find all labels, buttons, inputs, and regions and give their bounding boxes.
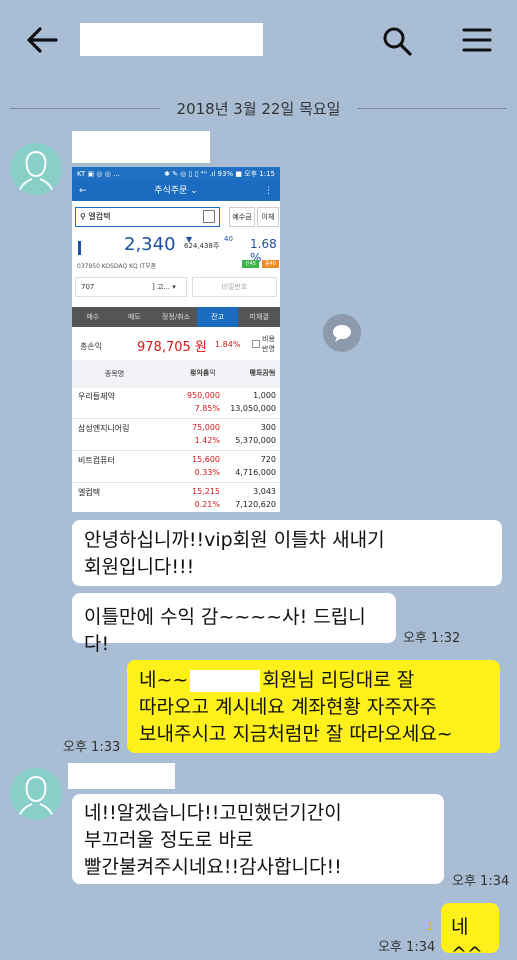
sender-name [68, 763, 175, 789]
message-text: 네^^ [451, 916, 483, 960]
app-tag-1: 신45 [242, 260, 259, 268]
app-doc-icon [203, 210, 215, 223]
search-icon[interactable] [382, 26, 412, 56]
message-bubble-incoming[interactable]: 이틀만에 수익 감~~~~사! 드립니다! [72, 593, 396, 655]
app-cost-label: 비용 반영 [262, 335, 275, 353]
speech-bubble-icon [333, 325, 351, 342]
share-button[interactable] [323, 314, 361, 352]
message-timestamp: 오후 1:34 [452, 874, 510, 889]
message-bubble-incoming[interactable]: 네!!알겠습니다!!고민했던기간이 부끄러울 정도로 바로 빨간불켜주시네요!!… [72, 794, 444, 884]
message-text: 부끄러울 정도로 바로 [84, 829, 254, 851]
app-volume: 624,438주 [184, 242, 220, 250]
app-tab-sell: 매도 [127, 313, 141, 321]
app-tab-balance: 잔고 [196, 307, 239, 327]
app-account-input: 707 ] 고... ▾ [75, 277, 187, 297]
app-col-eval: 평가손익 수익률 [190, 369, 216, 377]
app-account-value: 707 [81, 283, 95, 291]
app-price: 2,340 [124, 234, 176, 255]
phone-status-bar: KT ▣ ◎ ◎ ... ✱ ✎ ◎ ▯ ▯ ⁴ᴳ .ıl 93% ■ 오후 1… [72, 167, 280, 181]
sender-avatar[interactable] [10, 768, 62, 820]
chat-title [80, 23, 263, 56]
message-text: 안녕하십니까!!vip회원 이틀차 새내기 [84, 529, 385, 551]
app-search-row: ⚲ 엘컴텍 예수금 이체 [75, 207, 279, 227]
app-more-icon: ⋮ [264, 186, 273, 196]
app-total-value: 978,705 원 [137, 340, 207, 355]
app-total-pct: 1.84% [215, 340, 241, 349]
app-password-input: 비밀번호 [192, 277, 277, 297]
message-text: 따라오고 계시네요 계좌현황 자주자주 [139, 696, 437, 718]
app-tab-buy: 매수 [86, 313, 100, 321]
menu-icon[interactable] [462, 27, 492, 53]
redacted-name [190, 669, 261, 692]
unread-count: 1 [426, 920, 433, 933]
app-total-row: 총손익 978,705 원 1.84% 비용 반영 [72, 330, 280, 360]
app-table-row: 비트컴퓨터 15,600 0.33% 720 4,716,000 [72, 452, 280, 483]
app-search-box: ⚲ 엘컴텍 [75, 207, 220, 227]
app-account-type: ] 고... ▾ [152, 283, 176, 291]
app-table-row: 삼성엔지니어링 75,000 1.42% 300 5,370,000 [72, 420, 280, 451]
app-nav-title: 주식주문 ⌄ [154, 186, 198, 196]
app-col-sell: 매도가능 평가금액 [249, 369, 276, 377]
message-timestamp: 오후 1:32 [403, 631, 461, 646]
app-tag-2: 증40 [262, 260, 279, 268]
message-bubble-outgoing[interactable]: 네^^ [441, 903, 499, 960]
app-table-row: 우리들제약 950,000 7.85% 1,000 13,050,000 [72, 388, 280, 419]
app-search-value: 엘컴텍 [88, 212, 111, 221]
status-right: ✱ ✎ ◎ ▯ ▯ ⁴ᴳ .ıl 93% ■ 오후 1:15 [164, 170, 275, 178]
profile-silhouette-icon [17, 775, 55, 820]
message-timestamp: 오후 1:33 [63, 740, 121, 755]
app-deposit-btn: 예수금 [229, 207, 255, 227]
message-bubble-incoming[interactable]: 안녕하십니까!!vip회원 이틀차 새내기 회원입니다!!! [72, 520, 502, 586]
message-text: 네!!알겠습니다!!고민했던기간이 [84, 802, 342, 824]
message-text: 회원입니다!!! [84, 556, 195, 578]
message-bubble-outgoing[interactable]: 네~~ 회원님 리딩대로 잘 따라오고 계시네요 계좌현황 자주자주 보내주시고 … [127, 660, 500, 753]
app-code-line: 037950 KOSDAQ KQ IT부품 [77, 263, 157, 270]
app-tab-unfilled: 미체결 [249, 313, 269, 321]
message-text: 빨간불켜주시네요!!감사합니다!! [84, 856, 342, 878]
message-timestamp: 오후 1:34 [378, 940, 436, 955]
app-table-row: 엘컴텍 15,215 0.21% 3,043 7,120,620 [72, 484, 280, 512]
message-text: 보내주시고 지금처럼만 잘 따라오세요~ [139, 723, 453, 745]
app-cost-checkbox [252, 340, 260, 348]
app-nav-bar: ← 주식주문 ⌄ ⋮ [72, 181, 280, 201]
sender-avatar[interactable] [10, 143, 62, 195]
message-text: 이틀만에 수익 감~~~~사! 드립니다! [84, 606, 366, 655]
app-change-value: 40 [224, 235, 233, 243]
app-table-header: 종목명 평가손익 수익률 매도가능 평가금액 [72, 360, 280, 388]
sender-name [72, 131, 210, 163]
app-transfer-btn: 이체 [257, 207, 279, 227]
stock-screenshot-image[interactable]: KT ▣ ◎ ◎ ... ✱ ✎ ◎ ▯ ▯ ⁴ᴳ .ıl 93% ■ 오후 1… [72, 167, 280, 512]
app-tab-modify: 정정/취소 [161, 313, 191, 321]
date-separator: 2018년 3월 22일 목요일 [0, 96, 517, 120]
status-left: KT ▣ ◎ ◎ ... [77, 170, 120, 178]
app-total-label: 총손익 [80, 342, 103, 351]
profile-silhouette-icon [17, 150, 55, 195]
message-text: 네~~ 회원님 리딩대로 잘 [139, 669, 415, 692]
app-tab-bar: 매수 매도 정정/취소 잔고 미체결 [72, 307, 280, 327]
chat-header [0, 0, 517, 82]
app-candle-icon [78, 241, 81, 255]
app-col-name: 종목명 [104, 370, 125, 378]
back-arrow-icon[interactable] [26, 26, 58, 54]
